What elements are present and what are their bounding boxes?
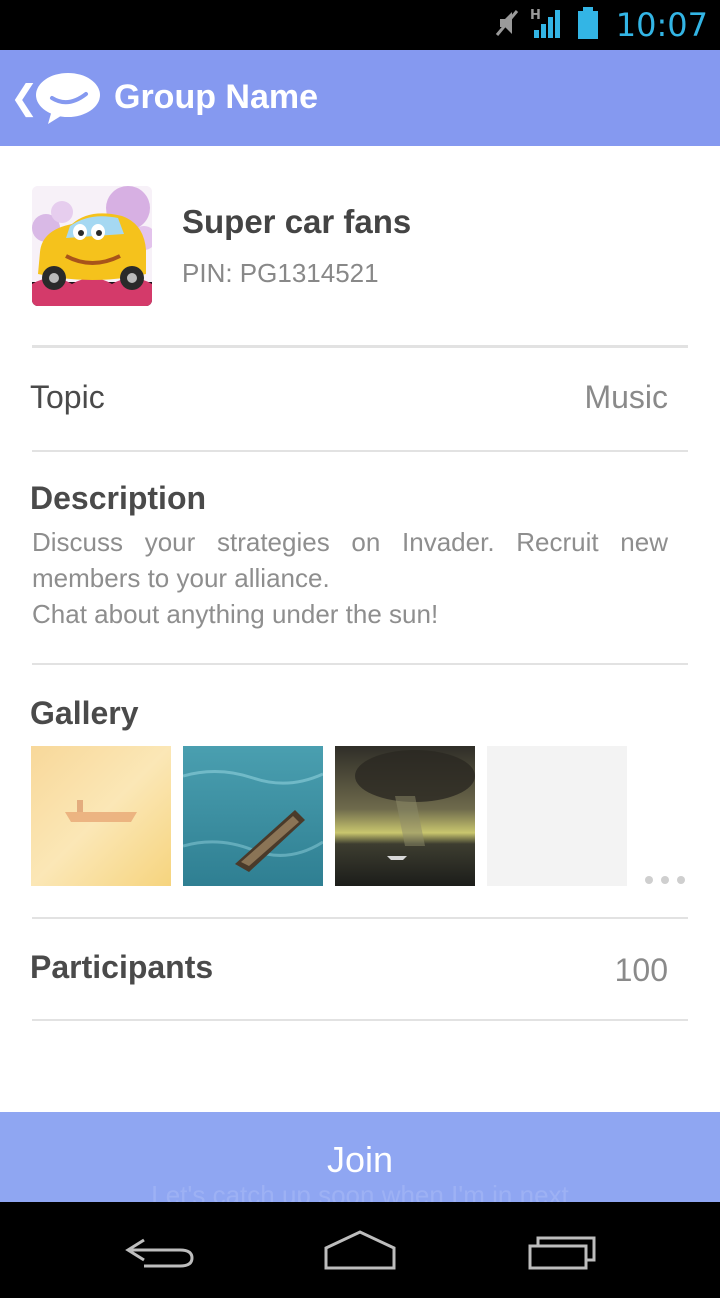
signal-icon: H <box>530 6 566 45</box>
topic-value: Music <box>584 379 668 415</box>
mute-icon <box>494 8 520 43</box>
group-avatar <box>32 186 152 306</box>
participants-label: Participants <box>30 949 214 985</box>
status-icons: H 10:07 <box>494 0 720 50</box>
network-indicator: H <box>530 8 541 23</box>
recent-apps-icon[interactable] <box>526 1224 598 1281</box>
participants-count: 100 <box>614 952 668 988</box>
description-text: Discuss your strategies on Invader. Recr… <box>32 524 668 632</box>
divider <box>32 345 688 348</box>
chat-bubble-icon[interactable] <box>34 70 102 131</box>
topic-label: Topic <box>30 379 105 415</box>
status-bar: H 10:07 <box>0 0 720 50</box>
home-icon[interactable] <box>322 1224 398 1281</box>
gallery-image[interactable] <box>335 746 475 886</box>
navigation-bar <box>0 1202 720 1298</box>
gallery-image-placeholder[interactable] <box>487 746 627 886</box>
description-line: Chat about anything under the sun! <box>32 599 439 629</box>
group-name: Super car fans <box>182 203 412 240</box>
gallery-title: Gallery <box>30 695 139 731</box>
back-icon[interactable] <box>124 1224 196 1281</box>
battery-icon <box>576 6 600 45</box>
status-time: 10:07 <box>615 6 708 44</box>
app-bar: ❮ Group Name <box>0 50 720 146</box>
more-dots-icon[interactable] <box>645 876 685 884</box>
divider <box>32 917 688 919</box>
car-illustration <box>32 186 152 306</box>
divider <box>32 663 688 665</box>
description-title: Description <box>30 480 207 516</box>
page-title: Group Name <box>114 78 319 116</box>
description-line: Discuss your strategies on Invader. Recr… <box>32 527 668 557</box>
description-line: members to your alliance. <box>32 563 330 593</box>
gallery-image[interactable] <box>183 746 323 886</box>
divider <box>32 1019 688 1021</box>
gallery-image[interactable] <box>31 746 171 886</box>
group-pin: PIN: PG1314521 <box>182 258 379 288</box>
divider <box>32 450 688 452</box>
